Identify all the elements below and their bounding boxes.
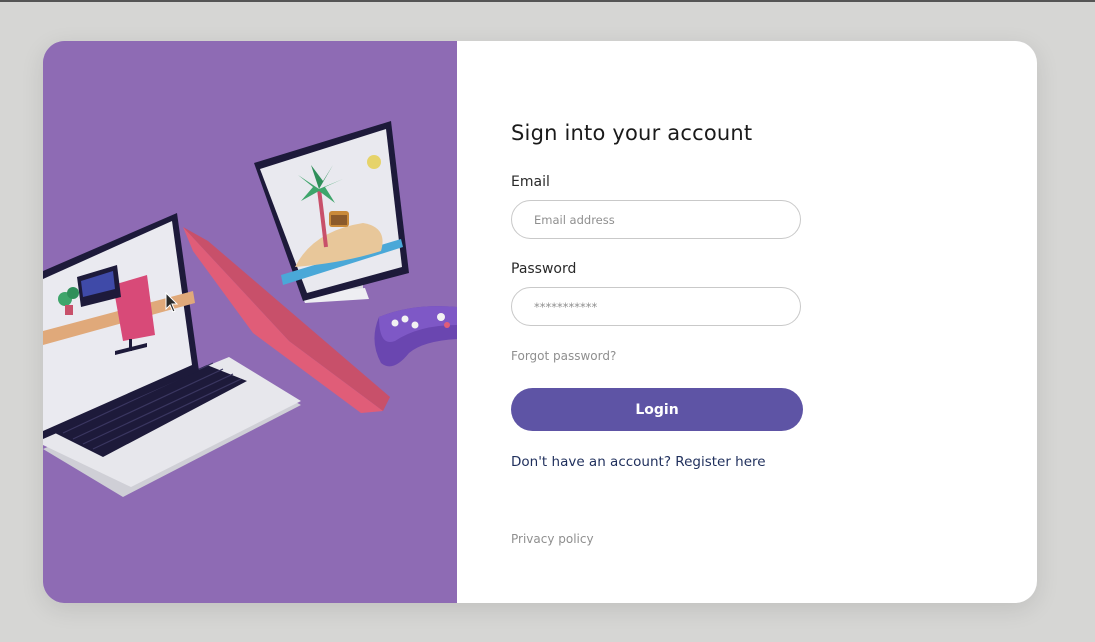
sun-icon — [367, 155, 381, 169]
privacy-policy-link[interactable]: Privacy policy — [511, 532, 594, 546]
login-button[interactable]: Login — [511, 388, 803, 431]
register-prompt: Don't have an account? Register here — [511, 454, 766, 470]
password-field[interactable] — [511, 287, 801, 326]
register-link[interactable]: Register here — [675, 454, 765, 470]
window-top-border — [0, 0, 1095, 2]
password-label: Password — [511, 261, 577, 277]
hero-illustration — [43, 41, 457, 603]
email-label: Email — [511, 174, 550, 190]
forgot-password-link[interactable]: Forgot password? — [511, 349, 616, 363]
login-card: Sign into your account Email Password Fo… — [43, 41, 1037, 603]
page-title: Sign into your account — [511, 121, 753, 145]
mouse-cursor-icon — [165, 292, 179, 313]
email-field[interactable] — [511, 200, 801, 239]
treasure-chest-icon — [329, 211, 349, 227]
login-form: Sign into your account Email Password Fo… — [457, 41, 1037, 603]
register-prompt-text: Don't have an account? — [511, 454, 671, 470]
